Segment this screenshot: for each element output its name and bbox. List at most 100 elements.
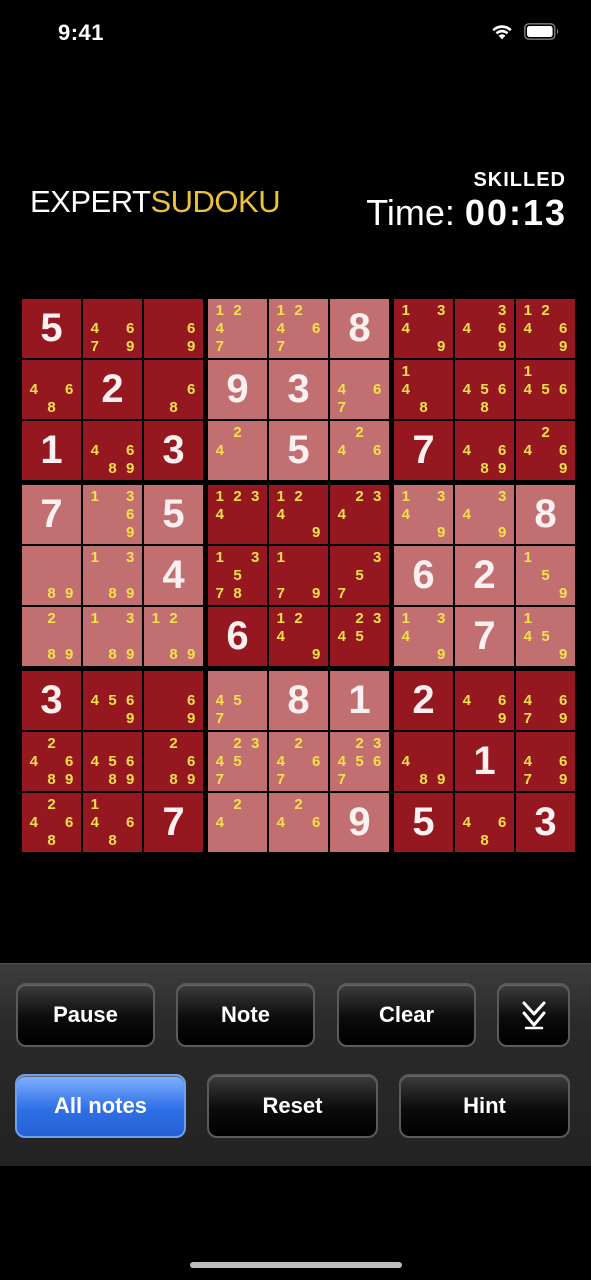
board-cell[interactable]: 4 6 7 9 <box>516 732 575 791</box>
note-digit <box>493 832 511 850</box>
board-cell[interactable]: 1456 <box>516 360 575 419</box>
board-cell[interactable]: 124 69 <box>516 299 575 358</box>
board-cell[interactable]: 24 6 7 <box>269 732 328 791</box>
board-cell[interactable]: 12 89 <box>144 607 203 666</box>
board-cell[interactable]: 123 4 <box>208 485 267 544</box>
board-cell[interactable]: 6 <box>208 607 267 666</box>
note-digit <box>333 734 351 752</box>
board-cell[interactable]: 4 68 <box>22 360 81 419</box>
board-cell[interactable]: 5 <box>394 793 453 852</box>
board-cell[interactable]: 1459 <box>516 607 575 666</box>
note-digit <box>333 487 351 505</box>
note-digit <box>60 627 78 645</box>
board-cell[interactable]: 4 69 <box>455 671 514 730</box>
board-cell[interactable]: 89 <box>22 546 81 605</box>
board-cell[interactable]: 7 <box>455 607 514 666</box>
board-cell[interactable]: 24 69 <box>516 421 575 480</box>
board-cell[interactable]: 7 <box>144 793 203 852</box>
board-cell[interactable]: 2 <box>455 546 514 605</box>
board-cell[interactable]: 45689 <box>83 732 142 791</box>
board-cell[interactable]: 489 <box>394 732 453 791</box>
board-cell[interactable]: 7 <box>394 421 453 480</box>
board-cell[interactable]: 3 <box>516 793 575 852</box>
board-cell[interactable]: 23 456 7 <box>330 732 389 791</box>
board-cell[interactable]: 1 3 4 9 <box>394 299 453 358</box>
board-cell[interactable]: 1 <box>455 732 514 791</box>
board-cell[interactable]: 5 <box>22 299 81 358</box>
board-cell[interactable]: 8 <box>516 485 575 544</box>
board-cell[interactable]: 159 <box>516 546 575 605</box>
board-cell[interactable]: 1 <box>22 421 81 480</box>
board-cell[interactable]: 2689 <box>144 732 203 791</box>
board-cell[interactable]: 23 457 <box>208 732 267 791</box>
board-cell[interactable]: 3 <box>22 671 81 730</box>
board-cell[interactable]: 24 68 <box>22 793 81 852</box>
board-cell[interactable]: 6 <box>394 546 453 605</box>
reset-button[interactable]: Reset <box>207 1074 378 1138</box>
board-cell[interactable]: 4 68 <box>455 793 514 852</box>
board-cell[interactable]: 5 <box>269 421 328 480</box>
note-button[interactable]: Note <box>176 983 315 1047</box>
note-digit <box>165 691 183 709</box>
board-cell[interactable]: 357 <box>330 546 389 605</box>
board-cell[interactable]: 7 <box>22 485 81 544</box>
board-cell[interactable]: 4 6 7 <box>330 360 389 419</box>
board-cell[interactable]: 124 9 <box>269 607 328 666</box>
board-cell[interactable]: 1 3 89 <box>83 607 142 666</box>
board-cell[interactable]: 2 89 <box>22 607 81 666</box>
note-digit <box>121 423 139 441</box>
board-cell[interactable]: 4 689 <box>83 421 142 480</box>
board-cell[interactable]: 3 <box>144 421 203 480</box>
expand-button[interactable] <box>497 983 570 1047</box>
board-cell[interactable]: 24 <box>208 421 267 480</box>
board-cell[interactable]: 23 4 <box>330 485 389 544</box>
hint-button[interactable]: Hint <box>399 1074 570 1138</box>
board-cell[interactable]: 124 6 7 <box>269 299 328 358</box>
board-cell[interactable]: 9 <box>208 360 267 419</box>
board-cell[interactable]: 24 689 <box>22 732 81 791</box>
board-cell[interactable]: 24 6 <box>269 793 328 852</box>
board-cell[interactable]: 124 9 <box>269 485 328 544</box>
board-cell[interactable]: 2 <box>394 671 453 730</box>
board-cell[interactable]: 4568 <box>455 360 514 419</box>
note-digit <box>25 771 43 789</box>
board-cell[interactable]: 69 <box>144 671 203 730</box>
board-cell[interactable]: 14 68 <box>83 793 142 852</box>
board-cell[interactable]: 148 <box>394 360 453 419</box>
board-cell[interactable]: 9 <box>330 793 389 852</box>
clear-button[interactable]: Clear <box>337 983 476 1047</box>
board-cell[interactable]: 1 <box>330 671 389 730</box>
board-cell[interactable]: 3 4 9 <box>455 485 514 544</box>
board-cell[interactable]: 69 <box>144 299 203 358</box>
board-cell[interactable]: 3 <box>269 360 328 419</box>
board-cell[interactable]: 24 6 <box>330 421 389 480</box>
board-cell[interactable]: 3 4 69 <box>455 299 514 358</box>
board-cell[interactable]: 1247 <box>208 299 267 358</box>
board-cell[interactable]: 4 689 <box>455 421 514 480</box>
board-cell[interactable]: 1 369 <box>83 485 142 544</box>
board-cell[interactable]: 8 <box>269 671 328 730</box>
note-digit <box>432 399 450 417</box>
board-cell[interactable]: 68 <box>144 360 203 419</box>
note-digit <box>493 399 511 417</box>
cell-notes: 123 4 <box>211 487 264 542</box>
all-notes-button[interactable]: All notes <box>15 1074 186 1138</box>
board-cell[interactable]: 1 7 9 <box>269 546 328 605</box>
board-cell[interactable]: 2 <box>83 360 142 419</box>
board-cell[interactable]: 4569 <box>83 671 142 730</box>
board-cell[interactable]: 1 3 4 9 <box>394 607 453 666</box>
board-cell[interactable]: 24 <box>208 793 267 852</box>
board-cell[interactable]: 4 6 7 9 <box>516 671 575 730</box>
note-digit <box>104 548 122 566</box>
board-cell[interactable]: 8 <box>330 299 389 358</box>
board-cell[interactable]: 4 <box>144 546 203 605</box>
board-cell[interactable]: 1 3 4 9 <box>394 485 453 544</box>
note-digit <box>182 627 200 645</box>
board-cell[interactable]: 1 3578 <box>208 546 267 605</box>
board-cell[interactable]: 4 6 7 9 <box>83 299 142 358</box>
board-cell[interactable]: 1 3 89 <box>83 546 142 605</box>
board-cell[interactable]: 23 45 <box>330 607 389 666</box>
board-cell[interactable]: 5 <box>144 485 203 544</box>
board-cell[interactable]: 457 <box>208 671 267 730</box>
pause-button[interactable]: Pause <box>16 983 155 1047</box>
